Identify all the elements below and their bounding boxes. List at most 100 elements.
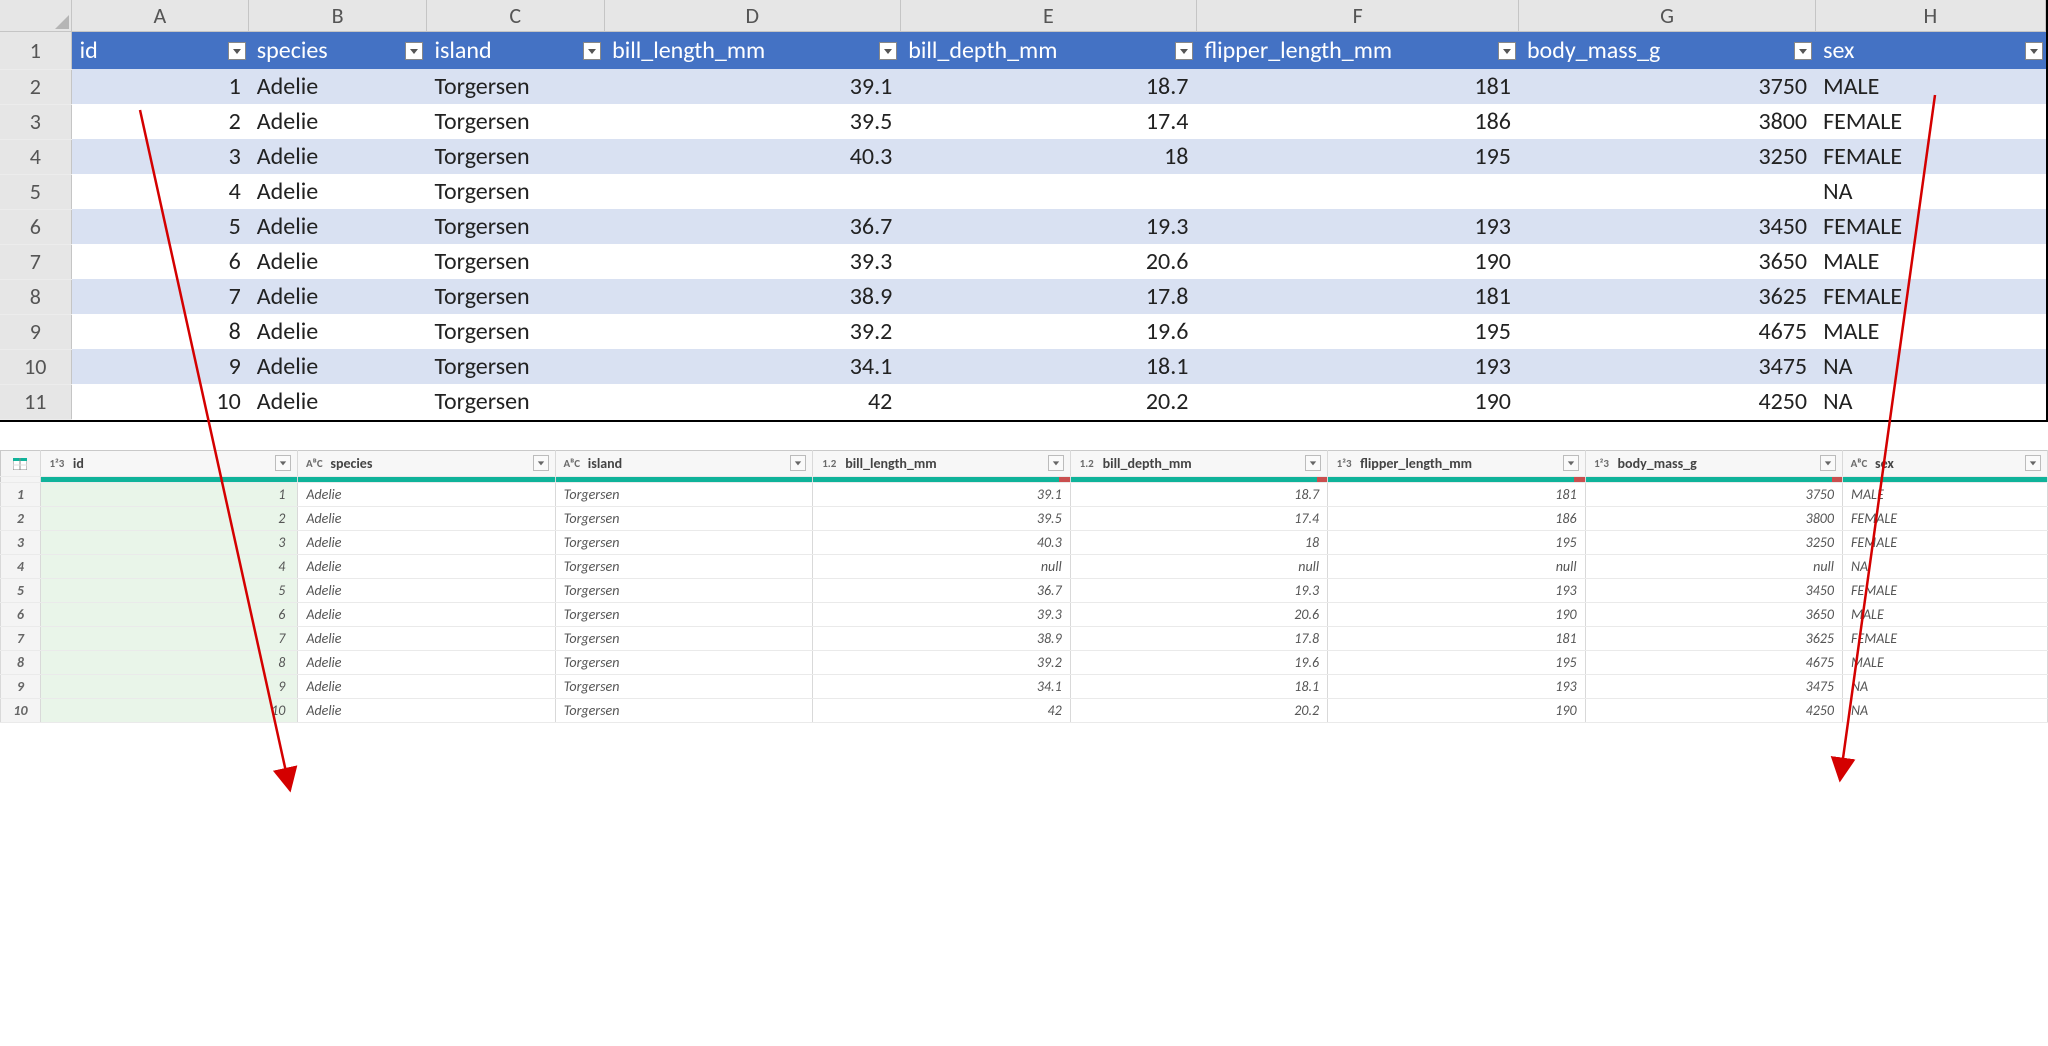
- cell[interactable]: 3750: [1519, 69, 1815, 104]
- datatype-icon[interactable]: AᴮC: [562, 457, 582, 470]
- cell[interactable]: Adelie: [298, 674, 555, 698]
- row-header[interactable]: 11: [0, 384, 71, 419]
- row-header[interactable]: 10: [0, 349, 71, 384]
- filter-dropdown-icon[interactable]: [228, 42, 246, 60]
- cell[interactable]: MALE: [1815, 314, 2045, 349]
- column-header-F[interactable]: F: [1196, 0, 1518, 32]
- pq-row-header[interactable]: 5: [1, 578, 41, 602]
- cell[interactable]: Torgersen: [426, 244, 604, 279]
- table-header-body_mass_g[interactable]: body_mass_g: [1519, 32, 1815, 70]
- column-header-A[interactable]: A: [71, 0, 249, 32]
- cell[interactable]: 4: [40, 554, 297, 578]
- datatype-icon[interactable]: AᴮC: [1849, 457, 1869, 470]
- cell[interactable]: 8: [40, 650, 297, 674]
- datatype-icon[interactable]: 1.2: [819, 457, 839, 470]
- cell[interactable]: Adelie: [249, 69, 427, 104]
- filter-dropdown-icon[interactable]: [1305, 455, 1321, 471]
- cell[interactable]: 190: [1328, 698, 1585, 722]
- cell[interactable]: 3625: [1519, 279, 1815, 314]
- cell[interactable]: MALE: [1842, 650, 2047, 674]
- excel-grid[interactable]: ABCDEFGH 1idspeciesislandbill_length_mmb…: [0, 0, 2046, 420]
- table-row[interactable]: 55AdelieTorgersen36.719.31933450FEMALE: [1, 578, 2048, 602]
- cell[interactable]: 2: [71, 104, 249, 139]
- table-row[interactable]: 66AdelieTorgersen39.320.61903650MALE: [1, 602, 2048, 626]
- cell[interactable]: Adelie: [298, 602, 555, 626]
- cell[interactable]: 6: [40, 602, 297, 626]
- cell[interactable]: 181: [1196, 279, 1518, 314]
- cell[interactable]: FEMALE: [1815, 139, 2045, 174]
- cell[interactable]: Torgersen: [426, 209, 604, 244]
- cell[interactable]: Torgersen: [426, 384, 604, 419]
- cell[interactable]: 193: [1328, 674, 1585, 698]
- table-header-flipper_length_mm[interactable]: flipper_length_mm: [1196, 32, 1518, 70]
- cell[interactable]: FEMALE: [1815, 104, 2045, 139]
- cell[interactable]: Torgersen: [555, 626, 812, 650]
- cell[interactable]: 42: [813, 698, 1070, 722]
- cell[interactable]: 34.1: [604, 349, 900, 384]
- pq-column-header-bill_depth_mm[interactable]: 1.2bill_depth_mm: [1070, 450, 1327, 476]
- row-header[interactable]: 8: [0, 279, 71, 314]
- cell[interactable]: NA: [1842, 698, 2047, 722]
- cell[interactable]: NA: [1815, 384, 2045, 419]
- table-row[interactable]: 88AdelieTorgersen39.219.61954675MALE: [1, 650, 2048, 674]
- pq-column-header-bill_length_mm[interactable]: 1.2bill_length_mm: [813, 450, 1070, 476]
- pq-row-header[interactable]: 1: [1, 482, 41, 506]
- cell[interactable]: 39.5: [813, 506, 1070, 530]
- cell[interactable]: 5: [40, 578, 297, 602]
- cell[interactable]: Adelie: [249, 209, 427, 244]
- filter-dropdown-icon[interactable]: [1048, 455, 1064, 471]
- column-header-H[interactable]: H: [1815, 0, 2045, 32]
- row-header[interactable]: 5: [0, 174, 71, 209]
- cell[interactable]: Torgersen: [426, 314, 604, 349]
- cell[interactable]: 181: [1196, 69, 1518, 104]
- cell[interactable]: Torgersen: [426, 279, 604, 314]
- table-row[interactable]: 11AdelieTorgersen39.118.71813750MALE: [1, 482, 2048, 506]
- cell[interactable]: Adelie: [298, 650, 555, 674]
- cell[interactable]: Adelie: [249, 104, 427, 139]
- column-header-B[interactable]: B: [249, 0, 427, 32]
- cell[interactable]: [604, 174, 900, 209]
- cell[interactable]: 17.8: [1070, 626, 1327, 650]
- row-header[interactable]: 4: [0, 139, 71, 174]
- pq-column-header-species[interactable]: AᴮCspecies: [298, 450, 555, 476]
- cell[interactable]: 4250: [1519, 384, 1815, 419]
- datatype-icon[interactable]: AᴮC: [304, 457, 324, 470]
- pq-grid[interactable]: 1²3idAᴮCspeciesAᴮCisland1.2bill_length_m…: [0, 450, 2048, 723]
- pq-row-header[interactable]: 10: [1, 698, 41, 722]
- cell[interactable]: Adelie: [298, 554, 555, 578]
- cell[interactable]: 186: [1196, 104, 1518, 139]
- cell[interactable]: NA: [1842, 554, 2047, 578]
- cell[interactable]: 42: [604, 384, 900, 419]
- cell[interactable]: 40.3: [604, 139, 900, 174]
- cell[interactable]: Adelie: [298, 530, 555, 554]
- cell[interactable]: 19.3: [1070, 578, 1327, 602]
- cell[interactable]: 8: [71, 314, 249, 349]
- cell[interactable]: Adelie: [298, 506, 555, 530]
- cell[interactable]: 3: [40, 530, 297, 554]
- cell[interactable]: Adelie: [249, 349, 427, 384]
- cell[interactable]: 193: [1328, 578, 1585, 602]
- cell[interactable]: 20.6: [900, 244, 1196, 279]
- cell[interactable]: 186: [1328, 506, 1585, 530]
- filter-dropdown-icon[interactable]: [790, 455, 806, 471]
- cell[interactable]: 195: [1196, 314, 1518, 349]
- cell[interactable]: 181: [1328, 482, 1585, 506]
- cell[interactable]: 10: [40, 698, 297, 722]
- cell[interactable]: 19.6: [900, 314, 1196, 349]
- cell[interactable]: 39.5: [604, 104, 900, 139]
- cell[interactable]: Torgersen: [555, 554, 812, 578]
- cell[interactable]: 3475: [1585, 674, 1842, 698]
- cell[interactable]: 17.4: [900, 104, 1196, 139]
- cell[interactable]: Torgersen: [555, 530, 812, 554]
- cell[interactable]: Torgersen: [426, 69, 604, 104]
- cell[interactable]: [1519, 174, 1815, 209]
- datatype-icon[interactable]: 1²3: [47, 457, 67, 470]
- cell[interactable]: 1: [71, 69, 249, 104]
- filter-dropdown-icon[interactable]: [1794, 42, 1812, 60]
- cell[interactable]: Adelie: [249, 174, 427, 209]
- cell[interactable]: Adelie: [249, 384, 427, 419]
- cell[interactable]: Torgersen: [555, 674, 812, 698]
- pq-column-header-sex[interactable]: AᴮCsex: [1842, 450, 2047, 476]
- cell[interactable]: MALE: [1815, 69, 2045, 104]
- cell[interactable]: FEMALE: [1815, 209, 2045, 244]
